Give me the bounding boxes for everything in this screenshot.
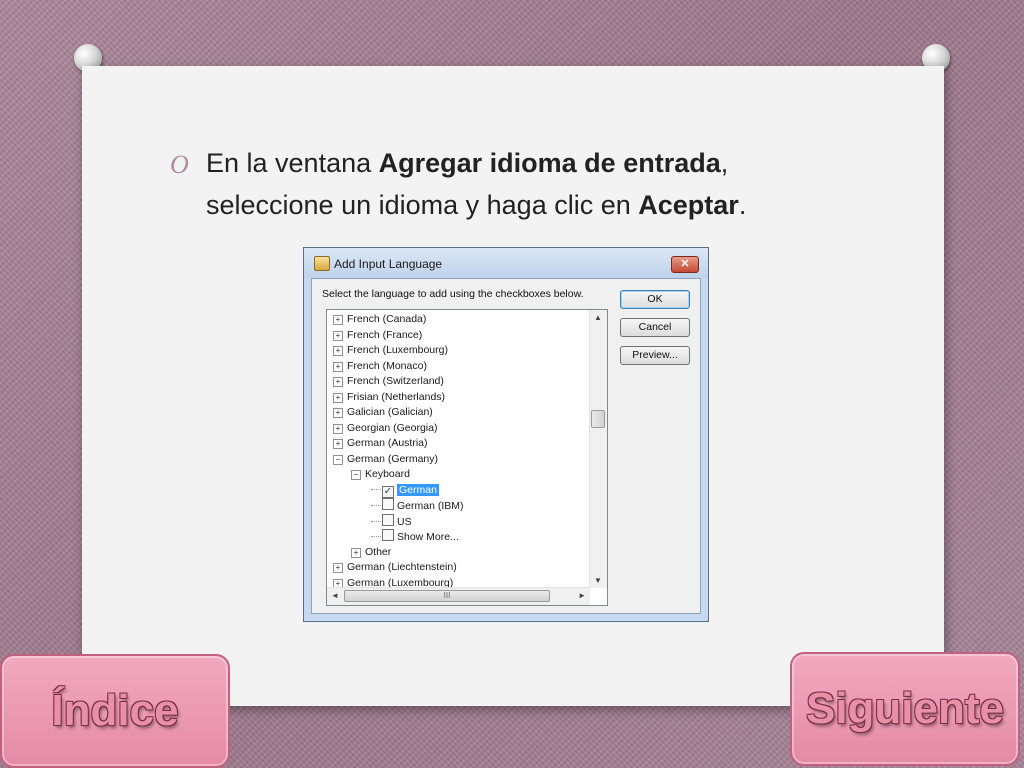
text-part: .	[738, 190, 747, 220]
bullet-mark: O	[170, 150, 189, 179]
preview-button[interactable]: Preview...	[620, 346, 690, 365]
scroll-up-icon[interactable]: ▲	[594, 313, 602, 322]
next-button[interactable]: Siguiente	[790, 652, 1020, 766]
expand-icon[interactable]: +	[333, 423, 343, 434]
checkbox-icon[interactable]	[382, 513, 394, 526]
scroll-right-icon[interactable]: ►	[578, 591, 586, 600]
tree-item[interactable]: + Galician (Galician)	[333, 405, 433, 420]
dialog-title: Add Input Language	[334, 257, 443, 271]
expand-icon[interactable]: +	[333, 377, 343, 387]
dialog-instructions: Select the language to add using the che…	[322, 288, 584, 300]
text-part: ,	[720, 148, 729, 178]
checkbox-icon[interactable]	[382, 529, 394, 541]
expand-icon[interactable]: +	[333, 439, 343, 449]
vertical-scrollbar[interactable]: ▲ ▼	[589, 310, 607, 588]
tree-item[interactable]: + French (Canada)	[333, 312, 426, 327]
collapse-icon[interactable]: −	[351, 470, 361, 480]
expand-icon[interactable]: +	[351, 547, 361, 558]
tree-item[interactable]: + French (France)	[333, 328, 422, 343]
window-name: Agregar idioma de entrada	[378, 148, 721, 178]
tree-item[interactable]: + Frisian (Netherlands)	[333, 390, 445, 405]
checkbox-icon[interactable]	[382, 498, 394, 510]
dialog-body: Select the language to add using the che…	[311, 278, 701, 614]
tree-item[interactable]: + German (Austria)	[333, 436, 428, 451]
language-tree[interactable]: + French (Canada) + French (France) + Frenc…	[326, 309, 608, 606]
tree-item[interactable]: + German (Liechtenstein)	[333, 560, 457, 575]
vertical-scroll-thumb[interactable]	[591, 410, 605, 428]
expand-icon[interactable]: +	[333, 346, 343, 356]
expand-icon[interactable]: +	[333, 330, 343, 341]
expand-icon[interactable]: +	[333, 361, 343, 372]
dialog-titlebar: Add Input Language ✕	[304, 248, 708, 278]
tree-item[interactable]: + Georgian (Georgia)	[333, 421, 437, 436]
horizontal-scroll-thumb[interactable]: III	[344, 590, 550, 602]
keyboard-option[interactable]: US	[371, 513, 412, 529]
scroll-down-icon[interactable]: ▼	[594, 576, 602, 585]
scroll-left-icon[interactable]: ◄	[331, 591, 339, 600]
tree-item-keyboard[interactable]: − Keyboard	[351, 467, 410, 482]
text-part: En la ventana	[206, 148, 379, 178]
ok-button[interactable]: OK	[620, 290, 690, 309]
cancel-button[interactable]: Cancel	[620, 318, 690, 337]
keyboard-option[interactable]: Show More...	[371, 529, 459, 544]
tree-item[interactable]: − German (Germany)	[333, 452, 438, 467]
expand-icon[interactable]: +	[333, 315, 343, 325]
expand-icon[interactable]: +	[333, 563, 343, 573]
horizontal-scrollbar[interactable]: ◄ III ►	[327, 587, 590, 605]
collapse-icon[interactable]: −	[333, 454, 343, 465]
keyboard-option[interactable]: ✓ German	[371, 483, 439, 498]
checkbox-checked-icon[interactable]: ✓	[382, 485, 394, 498]
text-part: seleccione un idioma y haga clic en	[206, 190, 639, 220]
expand-icon[interactable]: +	[333, 408, 343, 418]
tree-item[interactable]: + French (Switzerland)	[333, 374, 444, 389]
tree-item[interactable]: + French (Monaco)	[333, 359, 427, 374]
tree-item[interactable]: + French (Luxembourg)	[333, 343, 448, 358]
button-name: Aceptar	[638, 190, 739, 220]
close-icon[interactable]: ✕	[671, 256, 699, 273]
keyboard-option[interactable]: German (IBM)	[371, 498, 464, 513]
slide-bullet-text: O En la ventana Agregar idioma de entrad…	[170, 142, 892, 226]
add-input-language-dialog: Add Input Language ✕ Select the language…	[303, 247, 709, 622]
keyboard-icon	[314, 256, 330, 271]
expand-icon[interactable]: +	[333, 392, 343, 403]
tree-item-other[interactable]: + Other	[351, 545, 391, 560]
index-button[interactable]: Índice	[0, 654, 230, 768]
